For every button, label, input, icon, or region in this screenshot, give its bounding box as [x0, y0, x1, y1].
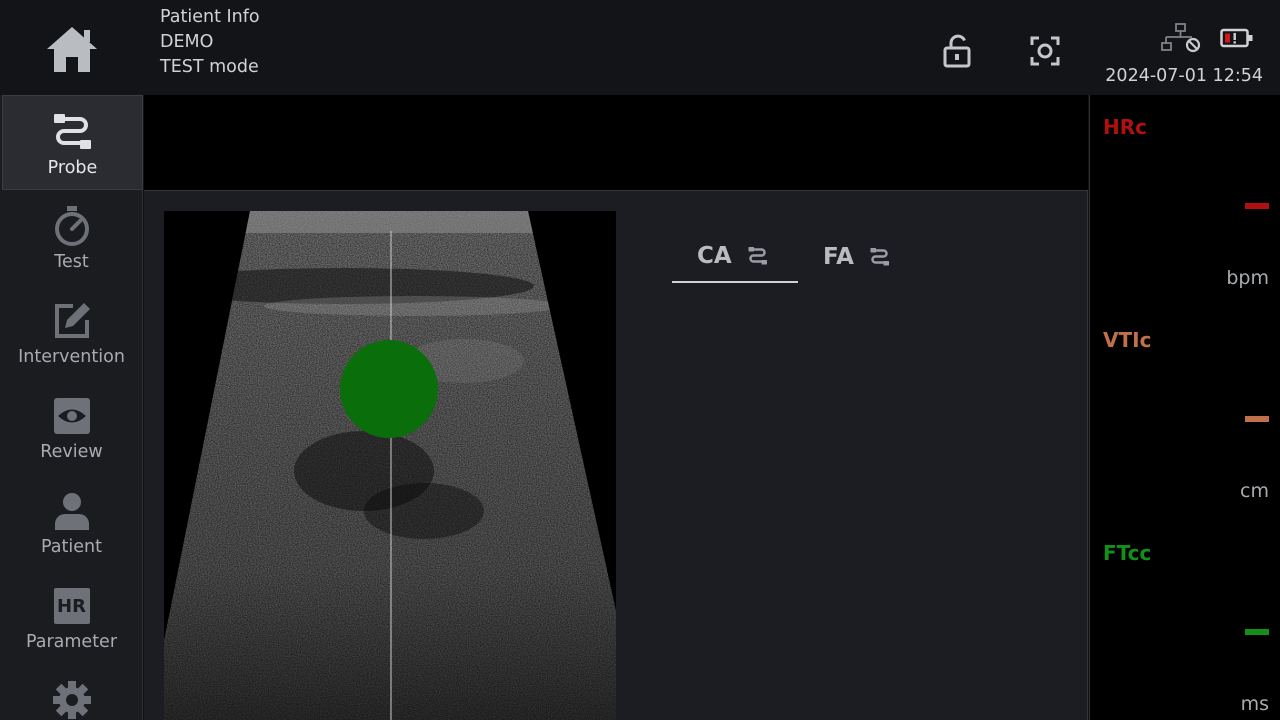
patient-name: DEMO: [160, 32, 214, 52]
screenshot-button[interactable]: [1025, 31, 1065, 71]
stopwatch-icon: [52, 204, 92, 248]
sidebar-item-label: Parameter: [25, 632, 118, 652]
battery-status: [1218, 24, 1256, 52]
param-name: FTcc: [1103, 541, 1152, 565]
home-icon: [47, 27, 97, 72]
sidebar: Probe Test Intervention Review Patient H…: [0, 95, 143, 720]
network-status: [1160, 22, 1202, 54]
tab-fa[interactable]: FA: [823, 231, 923, 283]
screenshot-icon: [1030, 36, 1060, 66]
sidebar-item-label: Intervention: [18, 347, 125, 367]
patient-info-title: Patient Info: [160, 7, 260, 27]
gear-icon: [52, 679, 92, 720]
param-unit: cm: [1240, 480, 1269, 502]
param-hrc[interactable]: HRc bpm: [1090, 95, 1280, 307]
top-strip: [144, 95, 1088, 190]
sidebar-item-settings[interactable]: [0, 665, 143, 720]
param-name: VTIc: [1103, 328, 1152, 352]
sidebar-item-label: Test: [54, 252, 89, 272]
probe-icon: [746, 246, 770, 266]
tab-label: CA: [697, 243, 732, 269]
hr-icon: HR: [53, 584, 90, 628]
sidebar-item-intervention[interactable]: Intervention: [0, 285, 143, 380]
edit-icon: [51, 299, 93, 343]
network-disconnected-icon: [1161, 23, 1201, 53]
sidebar-item-probe[interactable]: Probe: [2, 95, 143, 190]
param-empty-value: [1245, 629, 1269, 635]
top-bar: Patient Info DEMO TEST mode 2024-07-01 1…: [0, 0, 1280, 95]
sidebar-item-patient[interactable]: Patient: [0, 475, 143, 570]
datetime: 2024-07-01 12:54: [1105, 66, 1263, 86]
ultrasound-image[interactable]: [164, 211, 616, 720]
param-vtic[interactable]: VTIc cm: [1090, 308, 1280, 520]
tab-ca[interactable]: CA: [672, 231, 798, 283]
param-unit: bpm: [1226, 267, 1269, 289]
param-name: HRc: [1103, 115, 1147, 139]
site-tabs: CA FA: [672, 231, 932, 285]
person-icon: [53, 489, 91, 533]
mode-label: TEST mode: [160, 57, 259, 77]
sidebar-item-label: Probe: [47, 158, 98, 178]
param-empty-value: [1245, 416, 1269, 422]
parameter-panel: HRc bpm VTIc cm FTcc ms: [1089, 95, 1280, 720]
lock-button[interactable]: [938, 31, 976, 71]
home-button[interactable]: [42, 22, 102, 76]
probe-icon: [50, 110, 96, 154]
patient-info[interactable]: Patient Info DEMO TEST mode: [160, 5, 260, 80]
sidebar-item-review[interactable]: Review: [0, 380, 143, 475]
main-panel: CA FA: [144, 190, 1088, 720]
param-empty-value: [1245, 203, 1269, 209]
param-unit: ms: [1240, 693, 1269, 715]
tab-label: FA: [823, 244, 854, 270]
hr-icon-text: HR: [57, 595, 86, 617]
vessel-marker: [340, 340, 438, 438]
probe-icon: [868, 247, 892, 267]
eye-icon: [53, 394, 91, 438]
sidebar-item-label: Review: [40, 442, 103, 462]
battery-low-icon: [1220, 28, 1253, 48]
sidebar-item-test[interactable]: Test: [0, 190, 143, 285]
sidebar-item-parameter[interactable]: HR Parameter: [0, 570, 143, 665]
param-ftcc[interactable]: FTcc ms: [1090, 521, 1280, 720]
unlock-icon: [943, 34, 971, 68]
sidebar-item-label: Patient: [41, 537, 102, 557]
